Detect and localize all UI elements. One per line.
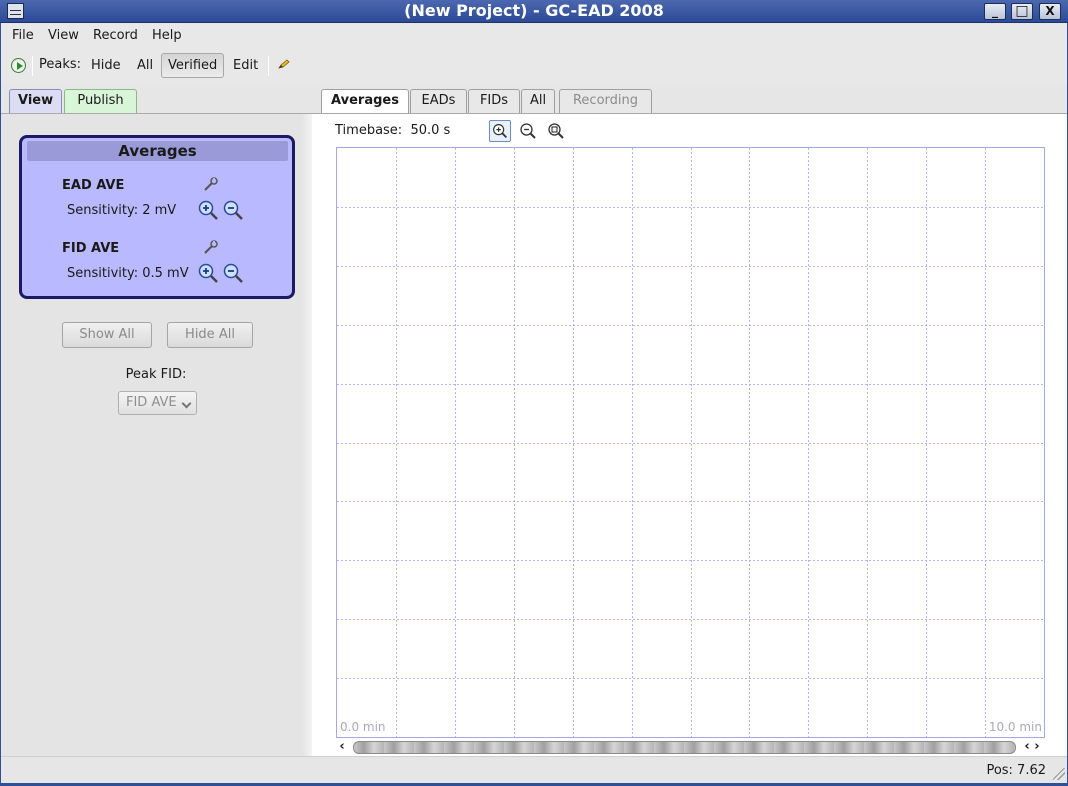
menu-help[interactable]: Help bbox=[152, 28, 182, 43]
scroll-right-arrows[interactable]: ‹ › bbox=[1019, 739, 1045, 756]
maximize-button[interactable]: □ bbox=[1011, 3, 1033, 20]
peak-fid-selected: FID AVE bbox=[126, 395, 177, 410]
title-bar: (New Project) - GC-EAD 2008 _ □ X bbox=[0, 0, 1068, 23]
timebase-label: Timebase: 50.0 s bbox=[335, 123, 451, 138]
x-axis-start-label: 0.0 min bbox=[340, 720, 386, 734]
wrench-icon[interactable] bbox=[203, 176, 219, 192]
averages-tab-panel: Timebase: 50.0 s 0.0 min 10.0 min ‹ ‹ › bbox=[312, 113, 1068, 756]
peaks-edit-button[interactable]: Edit bbox=[226, 53, 265, 78]
scroll-left-arrow[interactable]: ‹ bbox=[336, 739, 348, 756]
tab-eads[interactable]: EADs bbox=[410, 89, 467, 114]
chromatogram-plot[interactable]: 0.0 min 10.0 min bbox=[336, 147, 1045, 738]
tab-recording[interactable]: Recording bbox=[559, 89, 652, 114]
averages-box: Averages EAD AVE Sensitivity: 2 mV FID A… bbox=[19, 135, 295, 299]
zoom-fit-icon[interactable] bbox=[545, 120, 567, 142]
menu-file[interactable]: File bbox=[12, 28, 34, 43]
peaks-hide-button[interactable]: Hide bbox=[84, 53, 128, 78]
toolbar-separator bbox=[268, 56, 269, 76]
play-icon[interactable] bbox=[11, 58, 26, 73]
plot-grid bbox=[337, 148, 1044, 737]
tab-view[interactable]: View bbox=[9, 89, 62, 114]
resize-grip-icon[interactable] bbox=[1053, 768, 1065, 780]
x-axis-end-label: 10.0 min bbox=[988, 720, 1042, 734]
toolbar-separator bbox=[32, 56, 33, 76]
close-button[interactable]: X bbox=[1039, 3, 1061, 20]
tab-averages[interactable]: Averages bbox=[321, 89, 409, 115]
zoom-out-icon[interactable] bbox=[222, 199, 244, 221]
window-border bbox=[0, 23, 1, 786]
peak-fid-label: Peak FID: bbox=[125, 367, 187, 382]
trace-name-fid: FID AVE bbox=[62, 241, 120, 256]
averages-heading: Averages bbox=[27, 141, 288, 161]
trace-name-ead: EAD AVE bbox=[62, 178, 125, 193]
hide-all-button[interactable]: Hide All bbox=[167, 322, 253, 348]
horizontal-scrollbar[interactable]: ‹ ‹ › bbox=[336, 739, 1045, 756]
cursor-position: Pos: 7.62 bbox=[986, 763, 1046, 778]
ead-sensitivity: Sensitivity: 2 mV bbox=[67, 203, 177, 218]
tab-fids[interactable]: FIDs bbox=[468, 89, 520, 114]
chevron-down-icon bbox=[181, 398, 192, 409]
zoom-in-icon[interactable] bbox=[197, 199, 219, 221]
timebase-value: 50.0 s bbox=[410, 123, 451, 138]
window-title: (New Project) - GC-EAD 2008 bbox=[404, 1, 664, 20]
pencil-icon[interactable] bbox=[278, 59, 290, 69]
menu-bar: File View Record Help bbox=[0, 24, 1068, 48]
left-panel: View Publish Averages EAD AVE Sensitivit… bbox=[0, 84, 312, 756]
fid-sensitivity: Sensitivity: 0.5 mV bbox=[67, 266, 189, 281]
menu-view[interactable]: View bbox=[48, 28, 79, 43]
status-bar: Pos: 7.62 bbox=[0, 756, 1068, 783]
peaks-all-button[interactable]: All bbox=[130, 53, 160, 78]
peaks-label: Peaks: bbox=[39, 57, 82, 72]
zoom-out-icon[interactable] bbox=[222, 262, 244, 284]
show-all-button[interactable]: Show All bbox=[62, 322, 152, 348]
zoom-in-icon[interactable] bbox=[489, 120, 511, 142]
zoom-out-icon[interactable] bbox=[517, 120, 539, 142]
zoom-in-icon[interactable] bbox=[197, 262, 219, 284]
tab-publish[interactable]: Publish bbox=[64, 89, 137, 114]
tab-all[interactable]: All bbox=[521, 89, 555, 114]
toolbar: Peaks: Hide All Verified Edit bbox=[0, 48, 1068, 84]
view-tab-panel: Averages EAD AVE Sensitivity: 2 mV FID A… bbox=[0, 113, 312, 756]
minimize-button[interactable]: _ bbox=[984, 3, 1006, 20]
scrollbar-thumb[interactable] bbox=[353, 741, 1016, 754]
peak-fid-select[interactable]: FID AVE bbox=[118, 391, 197, 415]
peaks-verified-button[interactable]: Verified bbox=[161, 53, 225, 78]
menu-record[interactable]: Record bbox=[93, 28, 138, 43]
right-panel: Averages EADs FIDs All Recording Timebas… bbox=[312, 84, 1068, 756]
wrench-icon[interactable] bbox=[203, 239, 219, 255]
